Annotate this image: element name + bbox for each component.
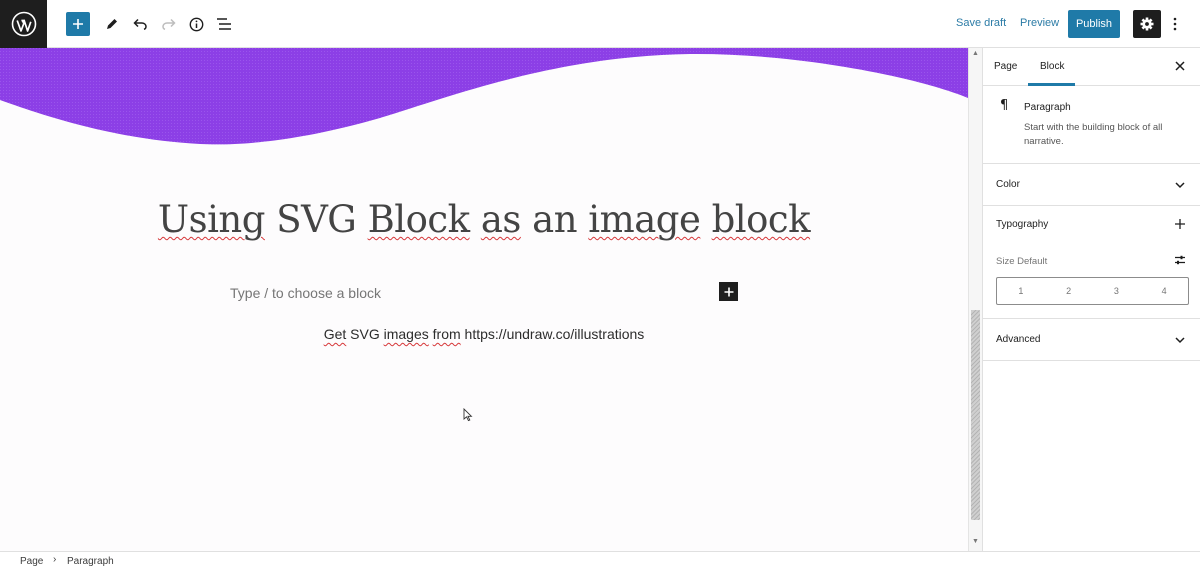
panel-advanced-title: Advanced — [996, 334, 1041, 345]
plus-icon — [73, 19, 83, 29]
sliders-icon[interactable] — [1174, 254, 1186, 266]
undo-button[interactable] — [128, 12, 152, 36]
panel-color[interactable]: Color — [983, 164, 1200, 206]
title-word: Using — [157, 198, 266, 241]
settings-sidebar: Page Block ¶ Paragraph Start with the bu… — [982, 48, 1200, 551]
preview-button[interactable]: Preview — [1020, 17, 1059, 29]
scroll-down-arrow-icon[interactable]: ▼ — [972, 538, 979, 545]
plus-icon — [724, 287, 733, 296]
tab-block[interactable]: Block — [1040, 61, 1064, 72]
title-word: image — [588, 198, 701, 241]
paragraph-block[interactable]: Get SVG images from https://undraw.co/il… — [0, 326, 968, 342]
wave-shape-divider — [0, 48, 968, 145]
paragraph-word: images — [383, 326, 429, 342]
font-size-picker[interactable]: 1 2 3 4 — [996, 277, 1189, 305]
font-size-option[interactable]: 2 — [1045, 278, 1093, 304]
block-card-title: Paragraph — [1024, 102, 1071, 113]
scroll-thumb[interactable] — [971, 310, 980, 520]
details-button[interactable] — [184, 12, 208, 36]
wordpress-logo-icon[interactable] — [0, 0, 47, 48]
font-size-option[interactable]: 4 — [1140, 278, 1188, 304]
font-size-option[interactable]: 1 — [997, 278, 1045, 304]
sidebar-tabs: Page Block — [983, 48, 1200, 86]
list-view-icon — [217, 18, 231, 30]
close-icon[interactable] — [1174, 60, 1186, 72]
title-word: an — [532, 198, 578, 241]
gear-icon — [1140, 17, 1154, 31]
mouse-pointer-icon — [463, 408, 473, 422]
chevron-down-icon — [1175, 337, 1185, 344]
title-word: Block — [367, 198, 470, 241]
panel-typography: Typography Size Default 1 2 3 4 — [983, 206, 1200, 319]
breadcrumb-paragraph[interactable]: Paragraph — [67, 556, 114, 567]
paragraph-icon: ¶ — [1000, 98, 1009, 113]
title-word: SVG — [276, 198, 357, 241]
empty-block-placeholder[interactable]: Type / to choose a block — [230, 285, 381, 301]
paragraph-word: SVG — [350, 326, 380, 342]
font-size-label: Size Default — [996, 256, 1048, 267]
paragraph-link[interactable]: https://undraw.co/illustrations — [465, 326, 645, 342]
undo-icon — [132, 18, 147, 30]
panel-typography-title: Typography — [996, 219, 1049, 230]
settings-button[interactable] — [1133, 10, 1161, 38]
tab-page[interactable]: Page — [994, 61, 1017, 72]
save-draft-button[interactable]: Save draft — [956, 17, 1006, 29]
canvas-scrollbar[interactable]: ▲ ▼ — [968, 48, 982, 551]
redo-icon — [161, 18, 176, 30]
panel-color-title: Color — [996, 179, 1020, 190]
list-view-button[interactable] — [212, 12, 236, 36]
editor-header: Save draft Preview Publish — [0, 0, 1200, 48]
chevron-right-icon: › — [53, 554, 57, 565]
info-icon — [189, 17, 203, 31]
paragraph-word: Get — [323, 326, 347, 342]
publish-button[interactable]: Publish — [1068, 10, 1120, 38]
title-word: as — [480, 198, 522, 241]
paragraph-word: from — [432, 326, 461, 342]
block-breadcrumb: Page › Paragraph — [0, 551, 1200, 569]
panel-advanced[interactable]: Advanced — [983, 319, 1200, 361]
editor-canvas: Using SVG Block as an image block Type /… — [0, 48, 968, 551]
tools-button[interactable] — [100, 12, 124, 36]
breadcrumb-page[interactable]: Page — [20, 556, 43, 567]
block-card-description: Start with the building block of all nar… — [1024, 122, 1163, 147]
font-size-option[interactable]: 3 — [1093, 278, 1141, 304]
options-button[interactable] — [1168, 12, 1182, 36]
chevron-down-icon — [1175, 182, 1185, 189]
more-vertical-icon — [1173, 17, 1177, 31]
inline-add-block-button[interactable] — [719, 282, 738, 301]
scroll-up-arrow-icon[interactable]: ▲ — [972, 50, 979, 57]
post-title[interactable]: Using SVG Block as an image block — [0, 198, 968, 241]
add-block-button[interactable] — [66, 12, 90, 36]
title-word: block — [711, 198, 811, 241]
pencil-icon — [107, 19, 117, 29]
plus-icon[interactable] — [1174, 218, 1186, 230]
redo-button[interactable] — [156, 12, 180, 36]
